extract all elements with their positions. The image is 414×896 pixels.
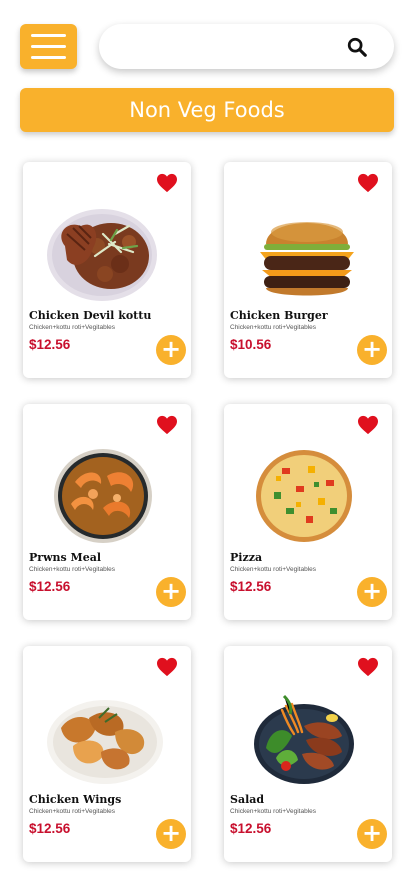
add-to-cart-button[interactable]: +: [156, 577, 186, 607]
heart-icon[interactable]: [156, 657, 178, 677]
heart-icon[interactable]: [156, 173, 178, 193]
food-image-wings: [47, 700, 163, 784]
search-icon[interactable]: [346, 36, 368, 58]
food-card[interactable]: Chicken Wings Chicken+kottu roti+Vegitab…: [23, 646, 191, 862]
food-price: $12.56: [230, 821, 272, 836]
food-price: $12.56: [230, 579, 272, 594]
food-card[interactable]: Chicken Devil kottu Chicken+kottu roti+V…: [23, 162, 191, 378]
heart-icon[interactable]: [357, 173, 379, 193]
food-description: Chicken+kottu roti+Vegitables: [29, 566, 115, 573]
food-name: Chicken Devil kottu: [29, 309, 152, 322]
food-card[interactable]: Salad Chicken+kottu roti+Vegitables $12.…: [224, 646, 392, 862]
food-card[interactable]: Chicken Burger Chicken+kottu roti+Vegita…: [224, 162, 392, 378]
food-image-prawns: [54, 449, 152, 543]
menu-line: [31, 34, 66, 37]
food-card[interactable]: Prwns Meal Chicken+kottu roti+Vegitables…: [23, 404, 191, 620]
food-description: Chicken+kottu roti+Vegitables: [29, 808, 115, 815]
food-name: Chicken Wings: [29, 793, 122, 806]
heart-icon[interactable]: [357, 415, 379, 435]
food-price: $12.56: [29, 821, 71, 836]
food-image-salad: [254, 694, 354, 784]
food-card[interactable]: Pizza Chicken+kottu roti+Vegitables $12.…: [224, 404, 392, 620]
food-description: Chicken+kottu roti+Vegitables: [230, 808, 316, 815]
food-name: Salad: [230, 793, 265, 806]
menu-button[interactable]: [20, 24, 77, 69]
food-price: $12.56: [29, 579, 71, 594]
food-image-kottu: [47, 209, 157, 301]
add-to-cart-button[interactable]: +: [156, 335, 186, 365]
food-description: Chicken+kottu roti+Vegitables: [230, 566, 316, 573]
add-to-cart-button[interactable]: +: [357, 819, 387, 849]
food-description: Chicken+kottu roti+Vegitables: [230, 324, 316, 331]
search-bar: [99, 24, 394, 71]
food-price: $10.56: [230, 337, 272, 352]
add-to-cart-button[interactable]: +: [357, 335, 387, 365]
menu-line: [31, 45, 66, 48]
food-name: Chicken Burger: [230, 309, 328, 322]
add-to-cart-button[interactable]: +: [156, 819, 186, 849]
food-description: Chicken+kottu roti+Vegitables: [29, 324, 115, 331]
section-title: Non Veg Foods: [20, 88, 394, 132]
food-name: Pizza: [230, 551, 263, 564]
search-input[interactable]: [117, 24, 341, 71]
menu-line: [31, 56, 66, 59]
heart-icon[interactable]: [357, 657, 379, 677]
food-name: Prwns Meal: [29, 551, 102, 564]
add-to-cart-button[interactable]: +: [357, 577, 387, 607]
food-price: $12.56: [29, 337, 71, 352]
food-image-burger: [260, 222, 354, 296]
food-image-pizza: [256, 450, 352, 542]
heart-icon[interactable]: [156, 415, 178, 435]
